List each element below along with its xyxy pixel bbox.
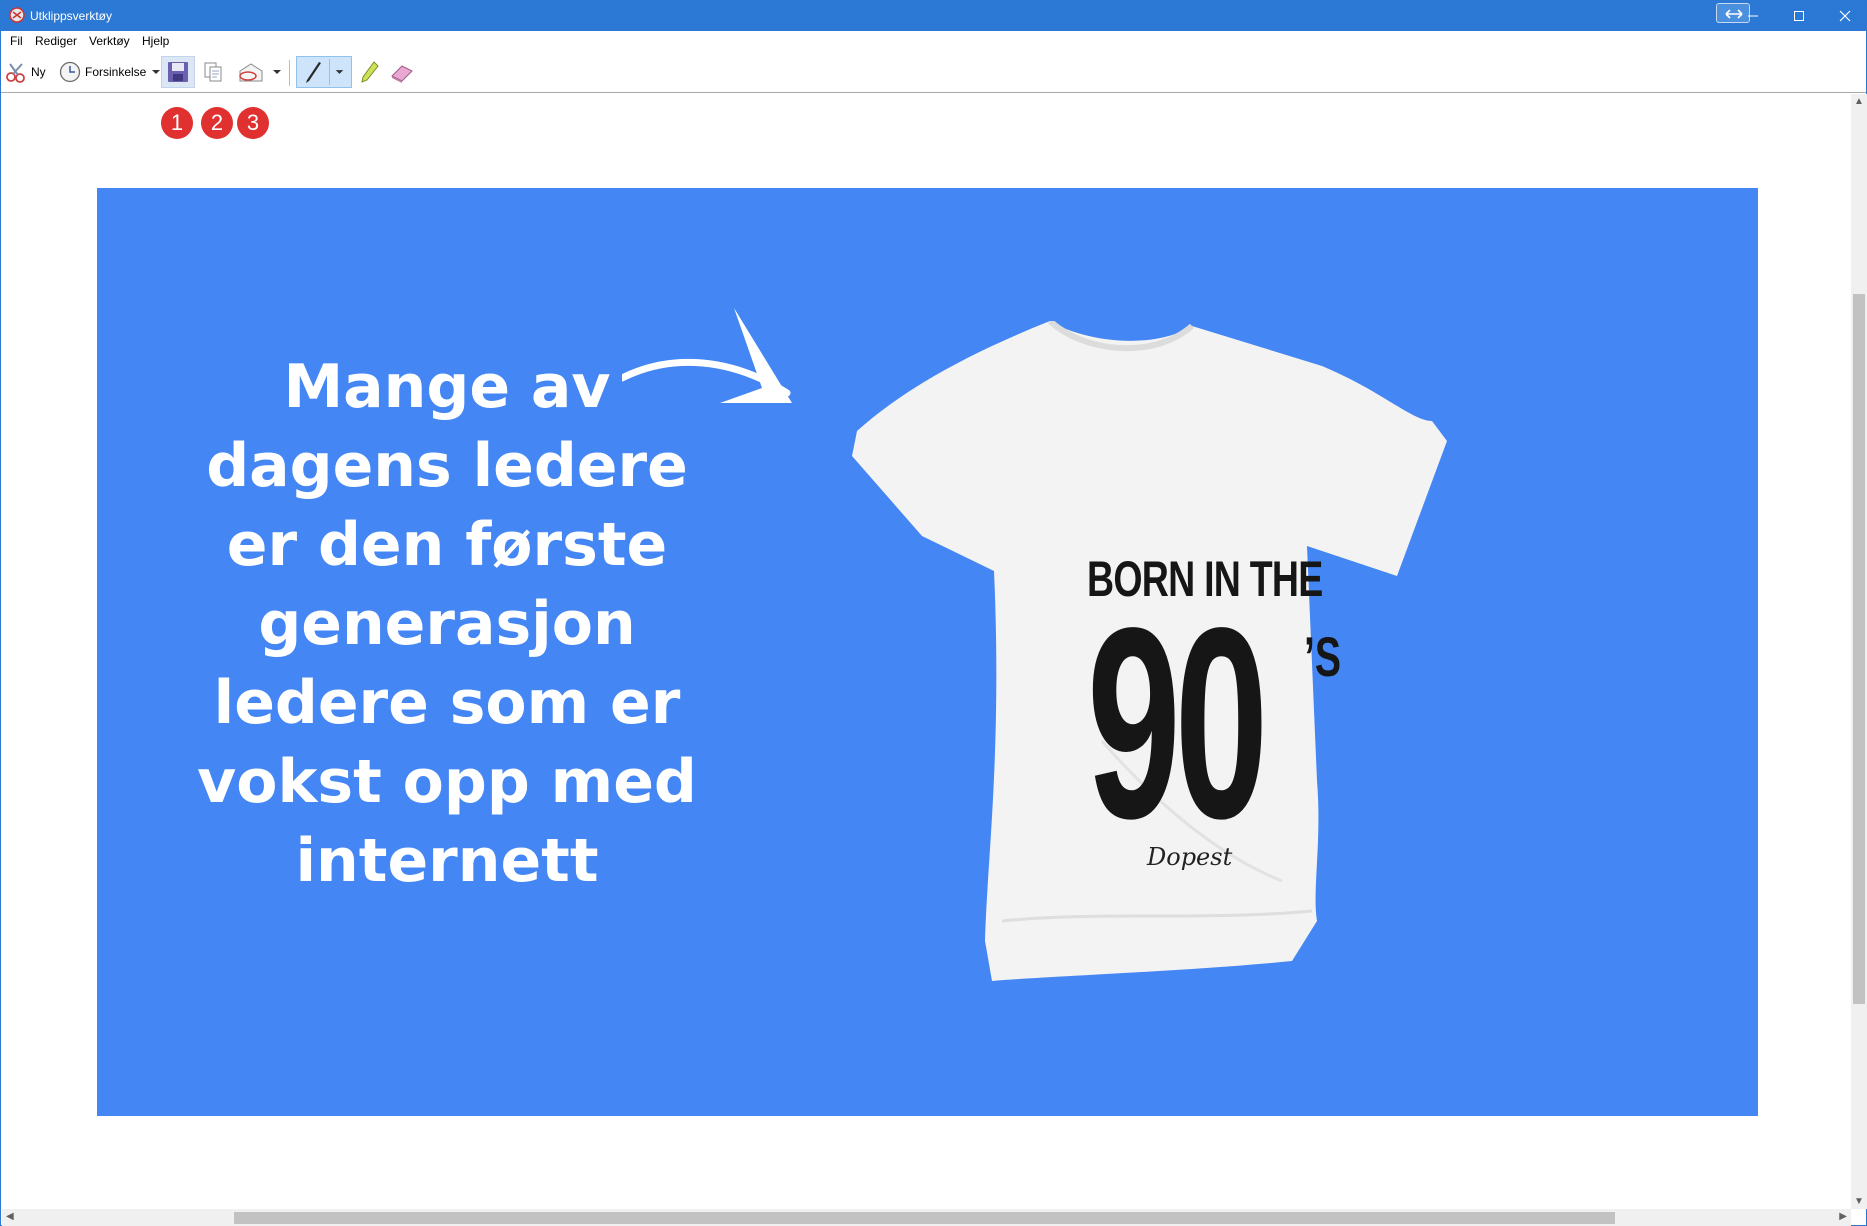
window-title: Utklippsverktøy: [30, 9, 113, 23]
menu-rediger[interactable]: Rediger: [35, 34, 77, 48]
new-snip-icon: [6, 63, 25, 83]
delay-button[interactable]: Forsinkelse: [59, 56, 162, 88]
minimize-icon: [1748, 15, 1758, 17]
save-icon: [168, 62, 188, 82]
eraser-button[interactable]: [387, 56, 417, 88]
shirt-brand-logo: Dopest: [1147, 843, 1233, 871]
scroll-left-icon[interactable]: ◀: [6, 1211, 14, 1222]
step-badge-2: 2: [201, 107, 233, 139]
snipped-image-banner: Mange av dagens ledere er den første gen…: [97, 188, 1758, 1116]
headline-line: generasjon: [258, 589, 636, 659]
copy-button[interactable]: [199, 56, 227, 88]
shirt-print-line3: ’S: [1304, 625, 1342, 688]
horizontal-scrollbar[interactable]: ◀ ▶: [2, 1209, 1851, 1226]
headline-line: internett: [295, 826, 599, 896]
delay-clock-icon: [59, 61, 81, 83]
minimize-button[interactable]: [1730, 1, 1776, 31]
snipping-tool-window: Utklippsverktøy Fil Rediger Verktøy Hjel…: [0, 0, 1867, 1226]
send-snip-icon: [239, 63, 263, 82]
scissors-app-icon: [9, 7, 25, 23]
highlighter-icon: [361, 61, 379, 83]
shirt-print-line2: 90: [1087, 571, 1268, 875]
step-badge-1: 1: [161, 107, 193, 139]
close-button[interactable]: [1822, 1, 1867, 31]
scroll-down-icon[interactable]: ▼: [1854, 1196, 1864, 1207]
menu-fil[interactable]: Fil: [10, 34, 23, 48]
chevron-down-icon[interactable]: [329, 59, 349, 85]
maximize-icon: [1794, 11, 1804, 21]
copy-icon: [204, 62, 222, 82]
pen-button[interactable]: [296, 56, 352, 88]
close-icon: [1839, 10, 1851, 22]
new-snip-button[interactable]: Ny: [5, 56, 46, 88]
curved-arrow-icon: [622, 308, 792, 403]
maximize-button[interactable]: [1776, 1, 1822, 31]
vertical-scrollbar[interactable]: ▲ ▼: [1851, 94, 1867, 1209]
menu-hjelp[interactable]: Hjelp: [142, 34, 169, 48]
toolbar: Ny Forsinkelse: [1, 51, 1866, 93]
chevron-down-icon[interactable]: [271, 66, 283, 78]
headline-line: ledere som er: [213, 668, 681, 738]
eraser-icon: [391, 65, 413, 83]
send-snip-button[interactable]: [237, 56, 283, 88]
headline-line: er den første: [226, 510, 668, 580]
new-label: Ny: [31, 65, 46, 79]
headline-line: dagens ledere: [206, 431, 688, 501]
title-bar: Utklippsverktøy: [1, 1, 1866, 31]
save-button[interactable]: [161, 56, 195, 88]
toolbar-separator: [289, 60, 290, 86]
pen-icon: [306, 62, 321, 83]
vertical-scroll-thumb[interactable]: [1853, 294, 1865, 1004]
delay-label: Forsinkelse: [85, 65, 147, 79]
highlighter-button[interactable]: [356, 56, 382, 88]
menu-bar: Fil Rediger Verktøy Hjelp: [1, 31, 1866, 51]
headline-line: vokst opp med: [197, 747, 697, 817]
snip-canvas[interactable]: 1 2 3 Mange av dagens ledere er den førs…: [2, 94, 1851, 1209]
horizontal-scroll-thumb[interactable]: [234, 1212, 1615, 1224]
step-badge-3: 3: [237, 107, 269, 139]
scroll-right-icon[interactable]: ▶: [1839, 1211, 1847, 1222]
banner-headline: Mange av dagens ledere er den første gen…: [167, 348, 727, 901]
scroll-up-icon[interactable]: ▲: [1854, 96, 1864, 107]
menu-verktoy[interactable]: Verktøy: [89, 34, 130, 48]
